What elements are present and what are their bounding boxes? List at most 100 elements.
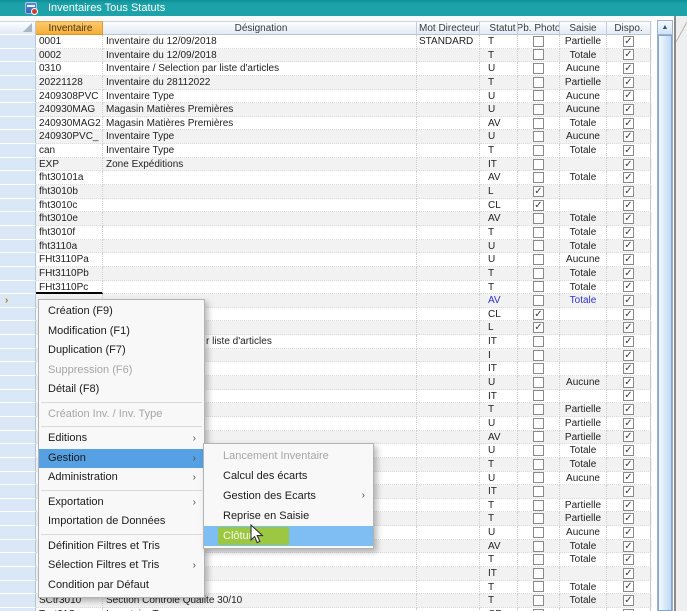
cell-sa[interactable] xyxy=(560,185,607,199)
cell-pb[interactable]: ✓ xyxy=(518,199,560,213)
pb-photo-checkbox[interactable]: ✓ xyxy=(533,200,544,211)
cell-pb[interactable] xyxy=(518,472,560,486)
cell-mot[interactable] xyxy=(417,499,480,513)
dispo-checkbox[interactable]: ✓ xyxy=(623,500,634,511)
cell-sa[interactable]: Partielle xyxy=(560,499,607,513)
dispo-checkbox[interactable]: ✓ xyxy=(623,418,634,429)
pb-photo-checkbox[interactable] xyxy=(533,145,544,156)
cell-st[interactable]: IT xyxy=(480,335,518,349)
cell-pb[interactable] xyxy=(518,567,560,581)
cell-pb[interactable] xyxy=(518,431,560,445)
pb-photo-checkbox[interactable] xyxy=(533,500,544,511)
cell-sa[interactable]: Totale xyxy=(560,226,607,240)
cell-sa[interactable] xyxy=(560,335,607,349)
dispo-checkbox[interactable]: ✓ xyxy=(623,295,634,306)
cell-inv[interactable]: fht3010b xyxy=(36,185,103,199)
cell-mot[interactable] xyxy=(417,485,480,499)
pb-photo-checkbox[interactable] xyxy=(533,390,544,401)
cell-st[interactable]: AV xyxy=(480,117,518,131)
cell-des[interactable] xyxy=(103,281,417,295)
cell-dp[interactable]: ✓ xyxy=(607,76,651,90)
cell-sa[interactable] xyxy=(560,308,607,322)
column-header-des[interactable]: Désignation xyxy=(103,21,417,35)
cell-st[interactable]: U xyxy=(480,90,518,104)
cell-mot[interactable] xyxy=(417,294,480,308)
cell-dp[interactable]: ✓ xyxy=(607,308,651,322)
dispo-checkbox[interactable]: ✓ xyxy=(623,513,634,524)
pb-photo-checkbox[interactable] xyxy=(533,90,544,101)
menu-item-reprise-en-saisie[interactable]: Reprise en Saisie xyxy=(204,506,373,526)
cell-inv[interactable]: 240930PVC_ xyxy=(36,130,103,144)
row-selector[interactable] xyxy=(0,512,36,526)
row-selector[interactable] xyxy=(0,472,36,486)
row-selector[interactable] xyxy=(0,281,36,295)
cell-st[interactable]: CL xyxy=(480,199,518,213)
dispo-checkbox[interactable]: ✓ xyxy=(623,254,634,265)
table-row[interactable]: 240930MAGMagasin Matières PremièresUAucu… xyxy=(0,103,652,117)
dispo-checkbox[interactable]: ✓ xyxy=(623,377,634,388)
cell-st[interactable]: AV xyxy=(480,171,518,185)
cell-mot[interactable] xyxy=(417,349,480,363)
pb-photo-checkbox[interactable] xyxy=(533,527,544,538)
cell-st[interactable]: U xyxy=(480,376,518,390)
cell-st[interactable]: L xyxy=(480,321,518,335)
row-selector[interactable] xyxy=(0,267,36,281)
dispo-checkbox[interactable]: ✓ xyxy=(623,527,634,538)
row-selector[interactable] xyxy=(0,171,36,185)
cell-mot[interactable] xyxy=(417,158,480,172)
row-selector[interactable] xyxy=(0,130,36,144)
cell-pb[interactable] xyxy=(518,540,560,554)
pb-photo-checkbox[interactable] xyxy=(533,350,544,361)
table-row[interactable]: 0310Inventaire / Selection par liste d'a… xyxy=(0,62,652,76)
cell-mot[interactable] xyxy=(417,594,480,608)
cell-mot[interactable] xyxy=(417,240,480,254)
cell-sa[interactable] xyxy=(560,158,607,172)
pb-photo-checkbox[interactable] xyxy=(533,459,544,470)
cell-pb[interactable] xyxy=(518,349,560,363)
cell-pb[interactable] xyxy=(518,485,560,499)
cell-mot[interactable]: STANDARD xyxy=(417,35,480,49)
table-row[interactable]: fht3010bL✓✓ xyxy=(0,185,652,199)
cell-mot[interactable] xyxy=(417,335,480,349)
cell-des[interactable]: Inventaire du 12/09/2018 xyxy=(103,35,417,49)
pb-photo-checkbox[interactable] xyxy=(533,581,544,592)
cell-st[interactable]: T xyxy=(480,458,518,472)
cell-dp[interactable]: ✓ xyxy=(607,390,651,404)
cell-des[interactable] xyxy=(103,267,417,281)
row-selector[interactable] xyxy=(0,253,36,267)
cell-sa[interactable] xyxy=(560,390,607,404)
pb-photo-checkbox[interactable] xyxy=(533,568,544,579)
cell-inv[interactable]: 0310 xyxy=(36,62,103,76)
cell-st[interactable]: U xyxy=(480,240,518,254)
cell-des[interactable]: Inventaire Type xyxy=(103,90,417,104)
cell-sa[interactable]: Partielle xyxy=(560,35,607,49)
menu-item-exportation[interactable]: Exportation› xyxy=(39,493,204,513)
row-selector[interactable] xyxy=(0,349,36,363)
table-row[interactable]: 2409308PVCInventaire TypeUAucune✓ xyxy=(0,90,652,104)
pb-photo-checkbox[interactable] xyxy=(533,404,544,415)
cell-inv[interactable]: fht30101a xyxy=(36,171,103,185)
cell-pb[interactable] xyxy=(518,512,560,526)
cell-mot[interactable] xyxy=(417,512,480,526)
cell-sa[interactable]: Totale xyxy=(560,117,607,131)
cell-st[interactable]: U xyxy=(480,62,518,76)
cell-sa[interactable]: Aucune xyxy=(560,526,607,540)
menu-item-gestion-des-ecarts[interactable]: Gestion des Ecarts› xyxy=(204,486,373,506)
table-row[interactable]: 0002Inventaire du 12/09/2018TTotale✓ xyxy=(0,49,652,63)
dispo-checkbox[interactable]: ✓ xyxy=(623,227,634,238)
cell-pb[interactable] xyxy=(518,553,560,567)
cell-mot[interactable] xyxy=(417,76,480,90)
dispo-checkbox[interactable]: ✓ xyxy=(623,49,634,60)
cell-st[interactable]: T xyxy=(480,512,518,526)
row-selector[interactable] xyxy=(0,35,36,49)
cell-pb[interactable] xyxy=(518,117,560,131)
pb-photo-checkbox[interactable] xyxy=(533,254,544,265)
dispo-checkbox[interactable]: ✓ xyxy=(623,104,634,115)
dispo-checkbox[interactable]: ✓ xyxy=(623,486,634,497)
cell-sa[interactable]: Totale xyxy=(560,540,607,554)
row-selector[interactable] xyxy=(0,417,36,431)
dispo-checkbox[interactable]: ✓ xyxy=(623,90,634,101)
row-selector[interactable] xyxy=(0,553,36,567)
cell-dp[interactable]: ✓ xyxy=(607,335,651,349)
cell-dp[interactable]: ✓ xyxy=(607,349,651,363)
